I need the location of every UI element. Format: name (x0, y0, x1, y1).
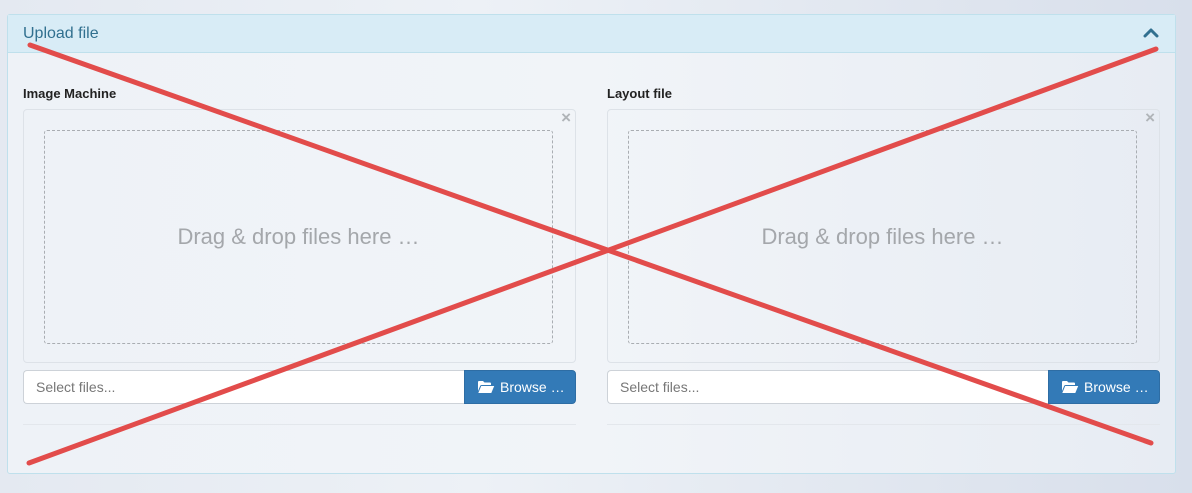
file-preview-area: × Drag & drop files here … (23, 109, 576, 363)
browse-button-label: Browse … (1084, 379, 1149, 395)
file-caption-input[interactable] (607, 370, 1049, 404)
browse-button[interactable]: Browse … (464, 370, 576, 404)
panel-title: Upload file (23, 25, 99, 42)
uploader-layout-file: Layout file × Drag & drop files here … B… (607, 85, 1160, 425)
upload-panel: Upload file Image Machine × Drag & drop … (7, 14, 1176, 474)
drop-zone-text: Drag & drop files here … (177, 224, 420, 249)
chevron-up-icon[interactable] (1143, 26, 1159, 40)
folder-open-icon (1062, 381, 1079, 393)
browse-button[interactable]: Browse … (1048, 370, 1160, 404)
divider (607, 424, 1160, 425)
drop-zone-text: Drag & drop files here … (761, 224, 1004, 249)
file-input-group: Browse … (23, 370, 576, 404)
uploader-label: Layout file (607, 86, 673, 101)
divider (23, 424, 576, 425)
panel-header[interactable]: Upload file (8, 15, 1175, 53)
drop-zone[interactable]: Drag & drop files here … (628, 130, 1137, 344)
browse-button-label: Browse … (500, 379, 565, 395)
file-caption-input[interactable] (23, 370, 465, 404)
file-preview-area: × Drag & drop files here … (607, 109, 1160, 363)
uploader-image-machine: Image Machine × Drag & drop files here …… (23, 85, 576, 425)
uploader-label: Image Machine (23, 86, 117, 101)
close-icon[interactable]: × (561, 109, 571, 126)
file-input-group: Browse … (607, 370, 1160, 404)
drop-zone[interactable]: Drag & drop files here … (44, 130, 553, 344)
folder-open-icon (478, 381, 495, 393)
close-icon[interactable]: × (1145, 109, 1155, 126)
